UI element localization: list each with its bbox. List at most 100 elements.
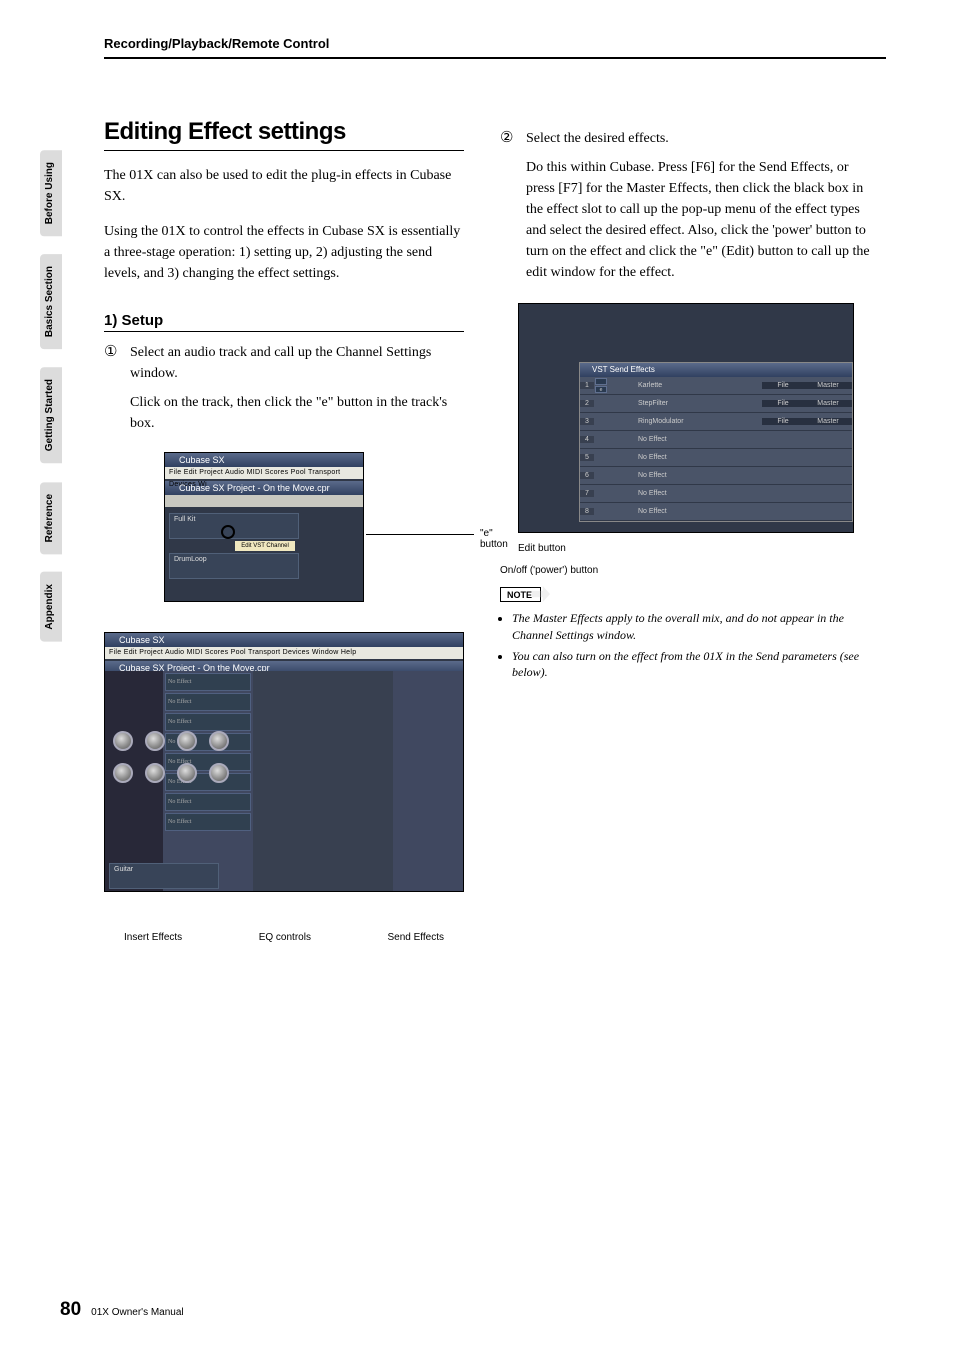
vst-row-2-master: Master — [804, 400, 852, 407]
running-head: Recording/Playback/Remote Control — [104, 36, 886, 51]
vst-row-6: 6No Effect — [580, 467, 852, 485]
intro-para-1: The 01X can also be used to edit the plu… — [104, 165, 464, 207]
fig2-send-column — [393, 671, 463, 891]
vst-row-6-num: 6 — [580, 472, 594, 479]
vst-row-2-name: StepFilter — [634, 400, 762, 407]
sidebar-tabs: Before Using Basics Section Getting Star… — [40, 150, 62, 642]
fig2-eq-column — [253, 671, 393, 891]
step-1-text-a: Select an audio track and call up the Ch… — [130, 342, 464, 384]
vst-row-3-num: 3 — [580, 418, 594, 425]
vst-row-3-name: RingModulator — [634, 418, 762, 425]
sidebar-tab-basics: Basics Section — [40, 254, 62, 349]
figure-vst-send-effects: VST Send Effects 1 e Karlette File Maste… — [518, 303, 854, 533]
note-item-1: The Master Effects apply to the overall … — [512, 610, 874, 644]
fig1-track-2: DrumLoop — [169, 553, 299, 579]
setup-heading: 1) Setup — [104, 312, 464, 332]
figure-cubase-project-small: Cubase SX File Edit Project Audio MIDI S… — [164, 452, 364, 602]
eq-knob — [177, 731, 197, 751]
vst-row-8-name: No Effect — [594, 508, 852, 515]
eq-knob — [113, 763, 133, 783]
fig1-tooltip: Edit VST Channel — [235, 541, 295, 551]
callout-edit-button: Edit button — [518, 543, 566, 554]
footer-text: 01X Owner's Manual — [91, 1307, 184, 1318]
sidebar-tab-reference: Reference — [40, 482, 62, 554]
vst-row-1: 1 e Karlette File Master — [580, 377, 852, 395]
step-2-number: ② — [500, 128, 518, 291]
page-footer: 80 01X Owner's Manual — [60, 1299, 184, 1321]
vst-row-7-name: No Effect — [594, 490, 852, 497]
eq-knob — [145, 731, 165, 751]
step-2-text-b: Do this within Cubase. Press [F6] for th… — [526, 157, 874, 283]
eq-knob — [145, 763, 165, 783]
step-2: ② Select the desired effects. Do this wi… — [500, 128, 874, 291]
vst-row-1-master: Master — [804, 382, 852, 389]
step-2-body: Select the desired effects. Do this with… — [526, 128, 874, 291]
vst-row-1-name: Karlette — [634, 382, 762, 389]
vst-row-5-name: No Effect — [594, 454, 852, 461]
vst-row-2-file: File — [762, 400, 804, 407]
fig1-project-title: Cubase SX Project - On the Move.cpr — [165, 481, 363, 495]
power-icon — [595, 378, 607, 385]
vst-row-7-num: 7 — [580, 490, 594, 497]
vst-row-1-num: 1 — [580, 382, 594, 389]
vst-row-5: 5No Effect — [580, 449, 852, 467]
vst-row-8-num: 8 — [580, 508, 594, 515]
header-rule — [104, 57, 886, 59]
fig1-e-button-circle — [221, 525, 235, 539]
intro-para-2: Using the 01X to control the effects in … — [104, 221, 464, 284]
fig2-inner: No Effect No Effect No Effect No Effect … — [105, 671, 463, 891]
vst-row-4: 4No Effect — [580, 431, 852, 449]
vst-row-3-master: Master — [804, 418, 852, 425]
eq-knob — [113, 731, 133, 751]
sidebar-tab-appendix: Appendix — [40, 572, 62, 642]
fig2-insert-1: No Effect — [165, 673, 251, 691]
fig1-leader — [366, 534, 474, 535]
step-1-body: Select an audio track and call up the Ch… — [130, 342, 464, 442]
note-badge: NOTE — [500, 587, 541, 602]
step-2-text-a: Select the desired effects. — [526, 128, 874, 149]
fig1-titlebar: Cubase SX — [165, 453, 363, 467]
step-1-number: ① — [104, 342, 122, 442]
fig1-menubar: File Edit Project Audio MIDI Scores Pool… — [165, 467, 363, 479]
eq-knob — [209, 763, 229, 783]
left-column: Editing Effect settings The 01X can also… — [104, 118, 464, 892]
fig2-labels: Insert Effects EQ controls Send Effects — [104, 932, 464, 943]
callout-power-button: On/off ('power') button — [500, 565, 598, 576]
vst-row-1-file: File — [762, 382, 804, 389]
fig2-insert-3: No Effect — [165, 713, 251, 731]
sidebar-tab-getting-started: Getting Started — [40, 367, 62, 463]
right-column: ② Select the desired effects. Do this wi… — [500, 128, 874, 685]
fig2-label-inserts: Insert Effects — [124, 932, 182, 943]
note-item-2: You can also turn on the effect from the… — [512, 648, 874, 682]
section-heading: Editing Effect settings — [104, 118, 464, 151]
vst-row-6-name: No Effect — [594, 472, 852, 479]
fig2-insert-8: No Effect — [165, 813, 251, 831]
vst-row-8: 8No Effect — [580, 503, 852, 521]
vst-row-2-num: 2 — [580, 400, 594, 407]
fig2-menubar: File Edit Project Audio MIDI Scores Pool… — [105, 647, 463, 659]
page-header: Recording/Playback/Remote Control — [104, 36, 886, 59]
vst-row-3-file: File — [762, 418, 804, 425]
fig2-titlebar: Cubase SX — [105, 633, 463, 647]
fig2-track-guitar: Guitar — [109, 863, 219, 889]
note-list: The Master Effects apply to the overall … — [500, 610, 874, 681]
vst-window: VST Send Effects 1 e Karlette File Maste… — [579, 362, 853, 522]
fig2-insert-2: No Effect — [165, 693, 251, 711]
figure-channel-settings: Cubase SX File Edit Project Audio MIDI S… — [104, 632, 464, 892]
vst-row-5-num: 5 — [580, 454, 594, 461]
vst-row-3: 3 RingModulator File Master — [580, 413, 852, 431]
eq-knob — [209, 731, 229, 751]
step-1-text-b: Click on the track, then click the "e" b… — [130, 392, 464, 434]
fig2-label-sends: Send Effects — [387, 932, 444, 943]
sidebar-tab-before-using: Before Using — [40, 150, 62, 236]
vst-row-2: 2 StepFilter File Master — [580, 395, 852, 413]
eq-knob — [177, 763, 197, 783]
fig2-label-eq: EQ controls — [259, 932, 311, 943]
fig1-toolbar — [165, 495, 363, 507]
fig2-insert-7: No Effect — [165, 793, 251, 811]
page-number: 80 — [60, 1299, 81, 1321]
step-1: ① Select an audio track and call up the … — [104, 342, 464, 442]
edit-icon: e — [595, 386, 607, 393]
vst-row-7: 7No Effect — [580, 485, 852, 503]
vst-row-4-name: No Effect — [594, 436, 852, 443]
